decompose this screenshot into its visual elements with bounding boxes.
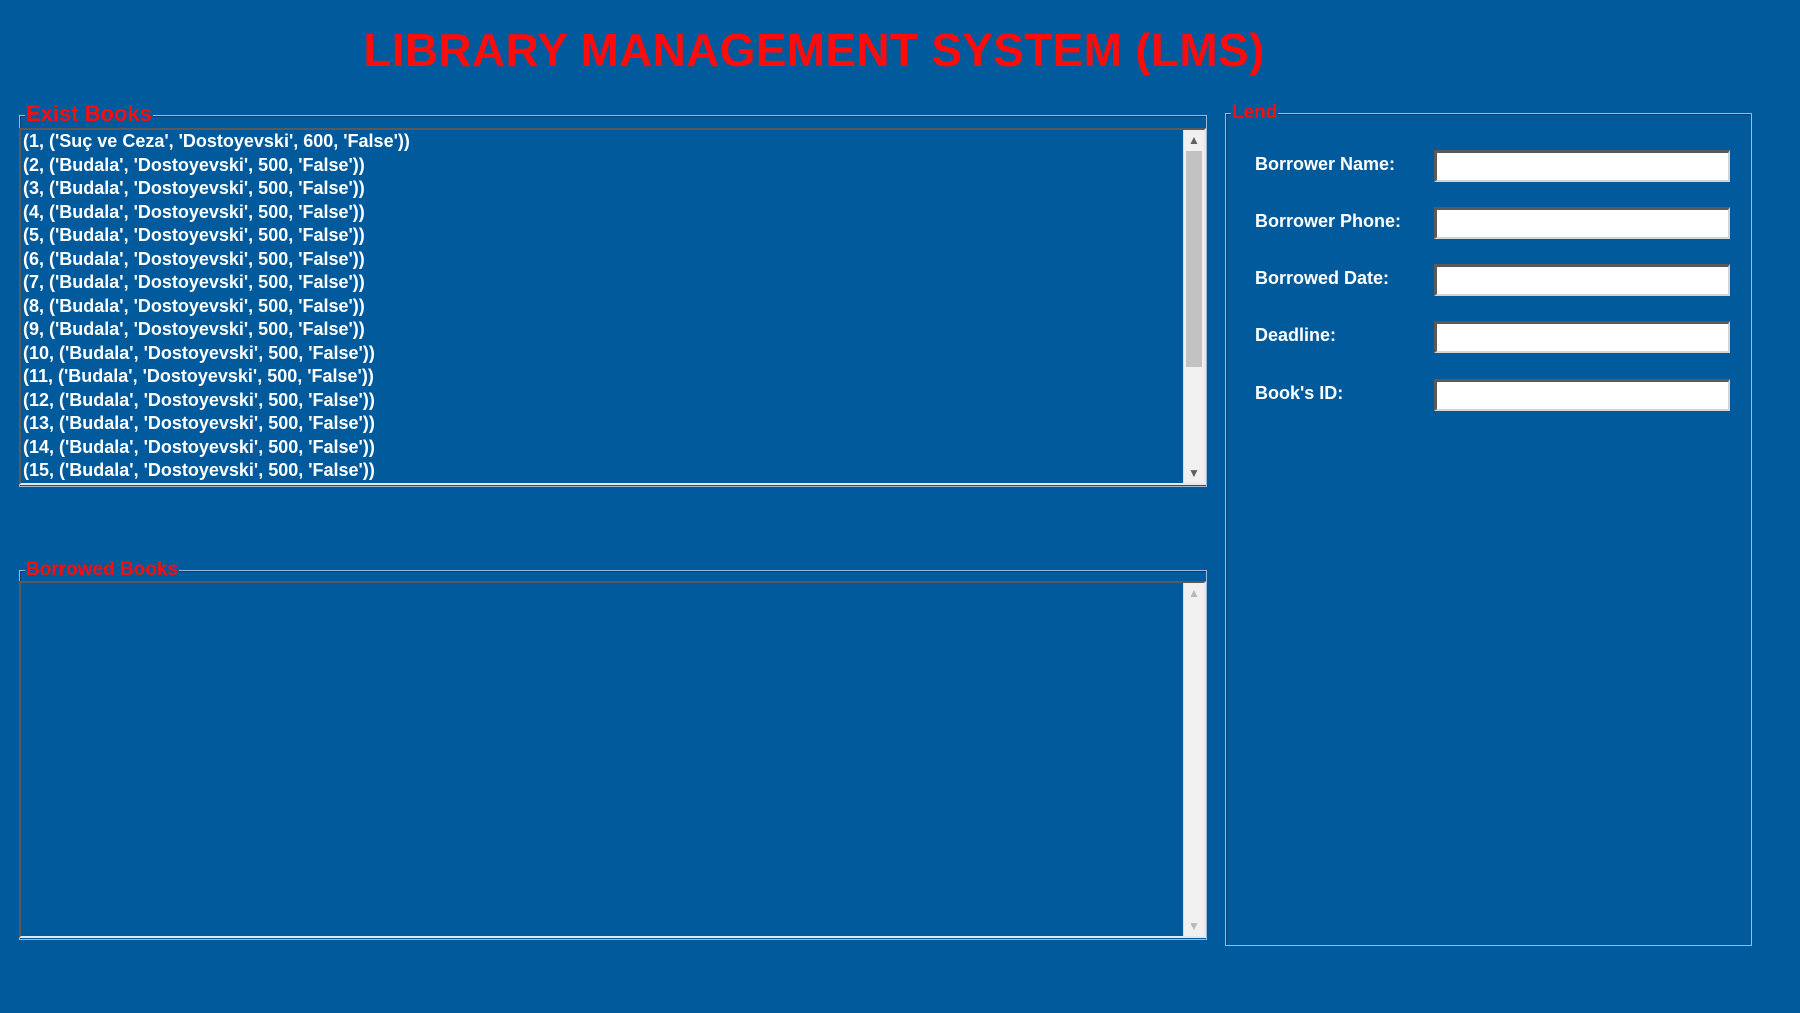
- scroll-up-icon[interactable]: ▲: [1184, 583, 1204, 603]
- list-item[interactable]: (7, ('Budala', 'Dostoyevski', 500, 'Fals…: [23, 271, 1182, 295]
- scroll-down-icon[interactable]: ▼: [1184, 916, 1204, 936]
- list-item[interactable]: (5, ('Budala', 'Dostoyevski', 500, 'Fals…: [23, 224, 1182, 248]
- borrowed-books-scrollbar[interactable]: ▲ ▼: [1183, 583, 1204, 936]
- list-item[interactable]: (14, ('Budala', 'Dostoyevski', 500, 'Fal…: [23, 436, 1182, 460]
- borrowed-date-input[interactable]: [1434, 264, 1730, 296]
- borrower-name-input[interactable]: [1434, 150, 1730, 182]
- list-item[interactable]: (10, ('Budala', 'Dostoyevski', 500, 'Fal…: [23, 342, 1182, 366]
- borrowed-books-label: Borrowed Books: [25, 559, 180, 581]
- borrower-name-label: Borrower Name:: [1255, 154, 1396, 174]
- borrowed-books-listbox[interactable]: ▲ ▼: [19, 581, 1206, 938]
- scroll-down-icon[interactable]: ▼: [1184, 463, 1204, 483]
- exist-books-listbox[interactable]: (1, ('Suç ve Ceza', 'Dostoyevski', 600, …: [19, 128, 1206, 485]
- list-item[interactable]: (4, ('Budala', 'Dostoyevski', 500, 'Fals…: [23, 201, 1182, 225]
- list-item[interactable]: (15, ('Budala', 'Dostoyevski', 500, 'Fal…: [23, 459, 1182, 483]
- list-item[interactable]: (2, ('Budala', 'Dostoyevski', 500, 'Fals…: [23, 154, 1182, 178]
- list-item[interactable]: (11, ('Budala', 'Dostoyevski', 500, 'Fal…: [23, 365, 1182, 389]
- borrowed-books-list: [23, 583, 1182, 936]
- list-item[interactable]: (3, ('Budala', 'Dostoyevski', 500, 'Fals…: [23, 177, 1182, 201]
- list-item[interactable]: (1, ('Suç ve Ceza', 'Dostoyevski', 600, …: [23, 130, 1182, 154]
- exist-books-list: (1, ('Suç ve Ceza', 'Dostoyevski', 600, …: [23, 130, 1182, 483]
- deadline-label: Deadline:: [1255, 325, 1337, 345]
- list-item[interactable]: (13, ('Budala', 'Dostoyevski', 500, 'Fal…: [23, 412, 1182, 436]
- list-item[interactable]: (8, ('Budala', 'Dostoyevski', 500, 'Fals…: [23, 295, 1182, 319]
- exist-books-label: Exist Books: [25, 101, 153, 127]
- deadline-input[interactable]: [1434, 321, 1730, 353]
- list-item[interactable]: (9, ('Budala', 'Dostoyevski', 500, 'Fals…: [23, 318, 1182, 342]
- book-id-label: Book's ID:: [1255, 383, 1344, 403]
- scroll-thumb[interactable]: [1186, 151, 1202, 367]
- borrowed-date-label: Borrowed Date:: [1255, 268, 1390, 288]
- list-item[interactable]: (6, ('Budala', 'Dostoyevski', 500, 'Fals…: [23, 248, 1182, 272]
- borrower-phone-input[interactable]: [1434, 207, 1730, 239]
- book-id-input[interactable]: [1434, 379, 1730, 411]
- list-item[interactable]: (12, ('Budala', 'Dostoyevski', 500, 'Fal…: [23, 389, 1182, 413]
- scroll-up-icon[interactable]: ▲: [1184, 130, 1204, 150]
- borrower-phone-label: Borrower Phone:: [1255, 211, 1402, 231]
- lend-label: Lend: [1231, 102, 1279, 124]
- exist-books-scrollbar[interactable]: ▲ ▼: [1183, 130, 1204, 483]
- app-title: LIBRARY MANAGEMENT SYSTEM (LMS): [363, 24, 1265, 76]
